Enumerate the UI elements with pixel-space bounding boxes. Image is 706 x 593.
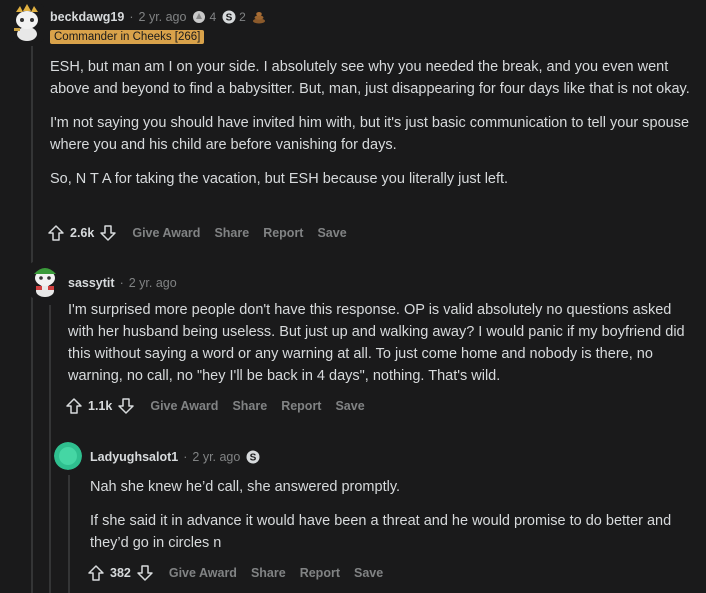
upvote-button[interactable]	[46, 223, 66, 243]
thread-line-level-1[interactable]	[31, 46, 33, 593]
upvote-button[interactable]	[86, 563, 106, 583]
upvote-arrow-icon	[48, 225, 64, 241]
comment-paragraph: If she said it in advance it would have …	[90, 513, 672, 551]
user-flair: Commander in Cheeks [266]	[50, 30, 205, 44]
upvote-arrow-icon	[66, 398, 82, 414]
thread-line-level-2[interactable]	[49, 305, 51, 593]
downvote-button[interactable]	[98, 223, 118, 243]
upvote-arrow-icon	[88, 565, 104, 581]
upvote-button[interactable]	[64, 396, 84, 416]
comment-actions: 1.1k Give Award Share Report Save	[64, 396, 365, 416]
comment-body: ESH, but man am I on your side. I absolu…	[50, 56, 690, 202]
svg-text:S: S	[226, 13, 233, 24]
give-award-button[interactable]: Give Award	[169, 566, 237, 580]
separator-dot: ·	[119, 276, 124, 290]
share-button[interactable]: Share	[251, 566, 286, 580]
vote-score: 382	[110, 566, 131, 580]
downvote-button[interactable]	[116, 396, 136, 416]
coin-award-icon: S	[222, 10, 236, 24]
award-poop[interactable]	[252, 10, 269, 24]
comment-paragraph: ESH, but man am I on your side. I absolu…	[50, 59, 690, 97]
award-coin[interactable]: S 2	[222, 10, 246, 24]
downvote-arrow-icon	[137, 565, 153, 581]
downvote-arrow-icon	[118, 398, 135, 414]
username[interactable]: Ladyughsalot1	[90, 450, 178, 464]
comment-actions: 2.6k Give Award Share Report Save	[46, 223, 347, 243]
comment-paragraph: I'm not saying you should have invited h…	[50, 115, 690, 153]
comment-paragraph: I'm surprised more people don't have thi…	[68, 302, 685, 384]
report-button[interactable]: Report	[300, 566, 340, 580]
comment-paragraph: Nah she knew he’d call, she answered pro…	[90, 479, 401, 495]
award-count: 4	[209, 10, 217, 24]
award-coin[interactable]: S	[246, 450, 263, 464]
save-button[interactable]: Save	[317, 226, 346, 240]
separator-dot: ·	[129, 10, 134, 24]
report-button[interactable]: Report	[263, 226, 303, 240]
save-button[interactable]: Save	[335, 399, 364, 413]
separator-dot: ·	[183, 450, 188, 464]
downvote-button[interactable]	[135, 563, 155, 583]
give-award-button[interactable]: Give Award	[132, 226, 200, 240]
timestamp[interactable]: 2 yr. ago	[139, 10, 187, 24]
thread-line-level-3[interactable]	[68, 475, 70, 593]
username[interactable]: beckdawg19	[50, 10, 124, 24]
avatar[interactable]	[54, 442, 82, 470]
comment-paragraph: So, N T A for taking the vacation, but E…	[50, 171, 509, 187]
award-silver[interactable]: 4	[192, 10, 216, 24]
timestamp[interactable]: 2 yr. ago	[192, 450, 240, 464]
vote-score: 1.1k	[88, 399, 113, 413]
award-count: 2	[239, 10, 246, 24]
share-button[interactable]: Share	[214, 226, 249, 240]
share-button[interactable]: Share	[232, 399, 267, 413]
comment-body: Nah she knew he’d call, she answered pro…	[90, 476, 690, 566]
coin-award-icon: S	[246, 450, 260, 464]
downvote-arrow-icon	[100, 225, 117, 241]
timestamp[interactable]: 2 yr. ago	[129, 276, 177, 290]
username[interactable]: sassytit	[68, 276, 115, 290]
avatar[interactable]	[30, 262, 60, 298]
comment-actions: 382 Give Award Share Report Save	[86, 563, 383, 583]
save-button[interactable]: Save	[354, 566, 383, 580]
svg-text:S: S	[250, 453, 257, 464]
comment-body: I'm surprised more people don't have thi…	[68, 299, 688, 399]
poop-award-icon	[252, 12, 265, 24]
avatar[interactable]	[10, 4, 44, 42]
silver-award-icon	[193, 11, 206, 23]
vote-score: 2.6k	[70, 226, 95, 240]
report-button[interactable]: Report	[281, 399, 321, 413]
give-award-button[interactable]: Give Award	[150, 399, 218, 413]
